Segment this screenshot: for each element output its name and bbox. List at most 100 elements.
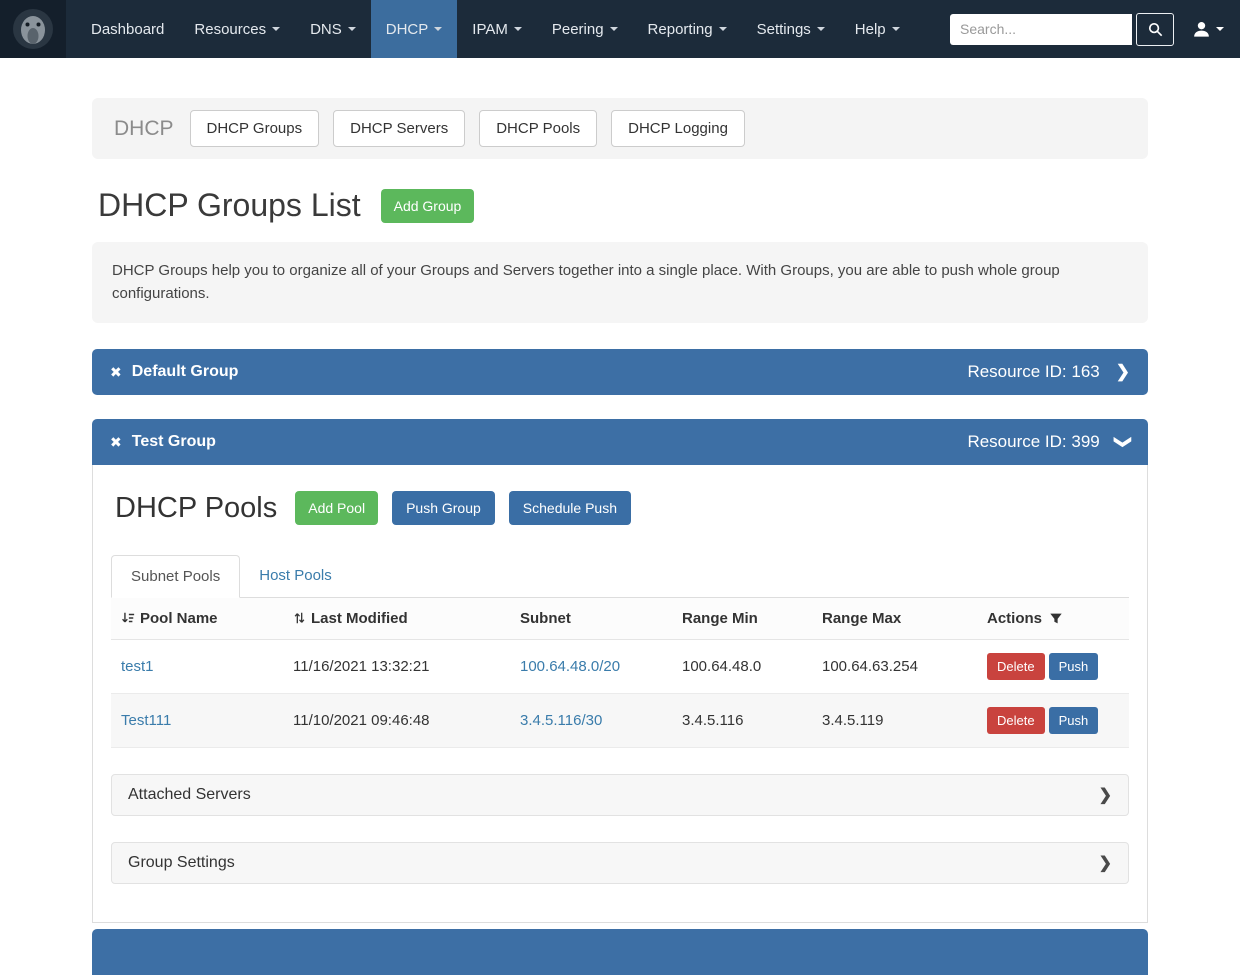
range-max-value: 3.4.5.119	[822, 712, 883, 729]
nav-item-label: Reporting	[648, 21, 713, 38]
chevron-right-icon[interactable]: ❯	[1099, 785, 1112, 805]
col-last-modified[interactable]: Last Modified	[283, 598, 510, 640]
subnet-link[interactable]: 3.4.5.116/30	[520, 712, 602, 729]
col-label: Range Max	[822, 610, 901, 627]
nav-item-dashboard[interactable]: Dashboard	[76, 0, 179, 58]
nav-item-label: DHCP	[386, 21, 429, 38]
nav-item-reporting[interactable]: Reporting	[633, 0, 742, 58]
push-group-button[interactable]: Push Group	[392, 491, 495, 525]
provision-logo[interactable]	[0, 0, 66, 58]
delete-button[interactable]: Delete	[987, 653, 1045, 680]
tab-host-pools[interactable]: Host Pools	[240, 555, 351, 597]
nav-item-help[interactable]: Help	[840, 0, 915, 58]
dhcp-pools-button[interactable]: DHCP Pools	[479, 110, 597, 147]
user-icon	[1192, 20, 1211, 39]
table-row: test1 11/16/2021 13:32:21 100.64.48.0/20…	[111, 640, 1129, 694]
nav-item-settings[interactable]: Settings	[742, 0, 840, 58]
page-description: DHCP Groups help you to organize all of …	[92, 242, 1148, 323]
sort-amount-icon[interactable]	[121, 611, 135, 625]
dhcp-logging-button[interactable]: DHCP Logging	[611, 110, 745, 147]
nav-item-peering[interactable]: Peering	[537, 0, 633, 58]
col-label: Subnet	[520, 610, 571, 627]
nav-menu: Dashboard Resources DNS DHCP IPAM Peerin…	[76, 0, 915, 58]
main-content: DHCP DHCP Groups DHCP Servers DHCP Pools…	[92, 98, 1148, 975]
schedule-push-button[interactable]: Schedule Push	[509, 491, 631, 525]
close-icon[interactable]: ✖	[110, 364, 122, 381]
user-menu[interactable]	[1192, 20, 1224, 39]
chevron-right-icon[interactable]: ❯	[1099, 853, 1112, 873]
push-button[interactable]: Push	[1049, 707, 1099, 734]
search-button[interactable]	[1136, 13, 1174, 46]
subnet-link[interactable]: 100.64.48.0/20	[520, 658, 620, 675]
navbar-right	[950, 0, 1240, 58]
add-group-button[interactable]: Add Group	[381, 189, 475, 223]
group-header-test-group[interactable]: ✖ Test Group Resource ID: 399 ❯	[92, 419, 1148, 465]
last-modified-value: 11/16/2021 13:32:21	[293, 658, 430, 675]
range-min-value: 100.64.48.0	[682, 658, 761, 675]
col-pool-name[interactable]: Pool Name	[111, 598, 283, 640]
tab-subnet-pools[interactable]: Subnet Pools	[111, 555, 240, 598]
section-label: Group Settings	[128, 854, 235, 872]
caret-down-icon	[817, 27, 825, 31]
nav-item-label: Peering	[552, 21, 604, 38]
filter-icon[interactable]	[1049, 612, 1063, 625]
breadcrumb-title: DHCP	[114, 117, 174, 141]
mandrill-logo-icon	[12, 8, 54, 50]
nav-item-label: IPAM	[472, 21, 508, 38]
pools-header: DHCP Pools Add Pool Push Group Schedule …	[111, 491, 1129, 525]
nav-item-ipam[interactable]: IPAM	[457, 0, 537, 58]
push-button[interactable]: Push	[1049, 653, 1099, 680]
add-pool-button[interactable]: Add Pool	[295, 491, 378, 525]
nav-item-label: Settings	[757, 21, 811, 38]
col-subnet: Subnet	[510, 598, 672, 640]
col-range-max: Range Max	[812, 598, 977, 640]
table-header-row: Pool Name Last Modified Subnet Range Min…	[111, 598, 1129, 640]
search-input[interactable]	[950, 14, 1132, 45]
range-min-value: 3.4.5.116	[682, 712, 743, 729]
chevron-right-icon[interactable]: ❯	[1116, 362, 1130, 382]
caret-down-icon	[272, 27, 280, 31]
col-label: Last Modified	[311, 610, 408, 627]
dhcp-groups-button[interactable]: DHCP Groups	[190, 110, 320, 147]
nav-item-label: Resources	[194, 21, 266, 38]
dhcp-servers-button[interactable]: DHCP Servers	[333, 110, 465, 147]
nav-item-dns[interactable]: DNS	[295, 0, 371, 58]
table-row: Test111 11/10/2021 09:46:48 3.4.5.116/30…	[111, 694, 1129, 748]
pools-title: DHCP Pools	[115, 492, 277, 525]
nav-item-resources[interactable]: Resources	[179, 0, 295, 58]
chevron-down-icon[interactable]: ❯	[1113, 435, 1133, 449]
range-max-value: 100.64.63.254	[822, 658, 918, 675]
caret-down-icon	[892, 27, 900, 31]
caret-down-icon	[1216, 27, 1224, 31]
pool-name-link[interactable]: Test111	[121, 712, 171, 729]
section-label: Attached Servers	[128, 786, 251, 804]
caret-down-icon	[514, 27, 522, 31]
delete-button[interactable]: Delete	[987, 707, 1045, 734]
caret-down-icon	[610, 27, 618, 31]
nav-item-label: Help	[855, 21, 886, 38]
group-name: Default Group	[132, 363, 239, 381]
nav-item-dhcp[interactable]: DHCP	[371, 0, 458, 58]
nav-item-label: Dashboard	[91, 21, 164, 38]
group-settings-section[interactable]: Group Settings ❯	[111, 842, 1129, 884]
pools-tabs: Subnet Pools Host Pools	[111, 555, 1129, 598]
col-label: Actions	[987, 610, 1042, 627]
caret-down-icon	[719, 27, 727, 31]
last-modified-value: 11/10/2021 09:46:48	[293, 712, 430, 729]
pool-name-link[interactable]: test1	[121, 658, 154, 675]
close-icon[interactable]: ✖	[110, 434, 122, 451]
sort-icon[interactable]	[293, 611, 306, 625]
caret-down-icon	[434, 27, 442, 31]
group-header-default-group[interactable]: ✖ Default Group Resource ID: 163 ❯	[92, 349, 1148, 395]
resource-id-label: Resource ID: 163	[967, 362, 1099, 382]
test-group-panel: DHCP Pools Add Pool Push Group Schedule …	[92, 465, 1148, 923]
col-range-min: Range Min	[672, 598, 812, 640]
resource-id-label: Resource ID: 399	[967, 432, 1099, 452]
search-icon	[1148, 22, 1163, 37]
group-name: Test Group	[132, 433, 216, 451]
attached-servers-section[interactable]: Attached Servers ❯	[111, 774, 1129, 816]
group-header-partial[interactable]	[92, 929, 1148, 975]
title-row: DHCP Groups List Add Group	[98, 187, 1148, 224]
pools-table: Pool Name Last Modified Subnet Range Min…	[111, 598, 1129, 748]
col-actions: Actions	[977, 598, 1129, 640]
